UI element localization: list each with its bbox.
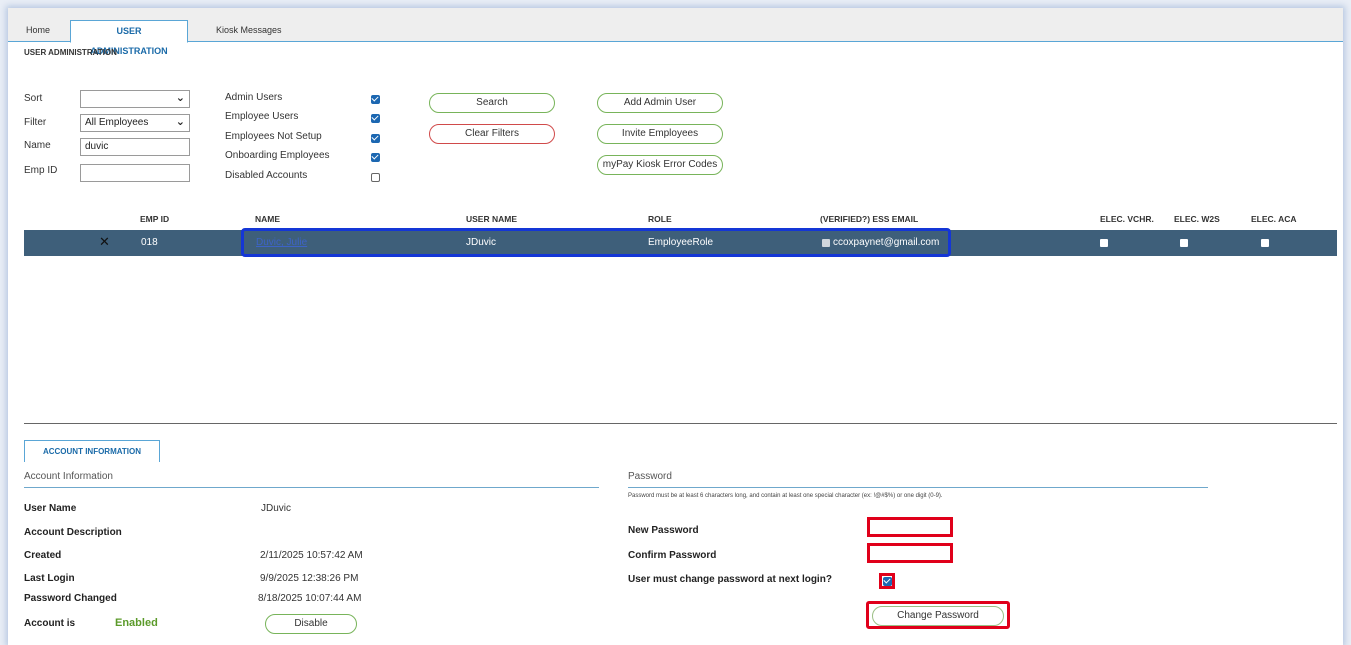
col-elec-vchr[interactable]: ELEC. VCHR. xyxy=(1100,214,1154,224)
disable-button[interactable]: Disable xyxy=(265,614,357,634)
empid-label: Emp ID xyxy=(24,165,58,176)
password-requirements: Password must be at least 6 characters l… xyxy=(628,493,943,499)
chevron-down-icon: ⌄ xyxy=(175,116,185,128)
name-label: Name xyxy=(24,140,51,151)
disabled-accounts-label: Disabled Accounts xyxy=(225,170,308,181)
created-value: 2/11/2025 10:57:42 AM xyxy=(260,550,363,561)
clear-filters-button[interactable]: Clear Filters xyxy=(429,124,555,144)
col-role[interactable]: ROLE xyxy=(648,214,672,224)
user-name-value: JDuvic xyxy=(261,503,292,514)
elec-w2s-checkbox[interactable] xyxy=(1180,239,1188,247)
user-name-label: User Name xyxy=(24,503,77,514)
filter-label: Filter xyxy=(24,117,47,128)
divider xyxy=(24,423,1337,424)
last-login-label: Last Login xyxy=(24,573,75,584)
confirm-password-input[interactable] xyxy=(867,543,953,563)
account-info-underline xyxy=(24,487,599,488)
col-emp-id[interactable]: EMP ID xyxy=(140,214,169,224)
empid-input[interactable] xyxy=(80,164,190,182)
password-header: Password xyxy=(628,471,672,482)
col-elec-w2s[interactable]: ELEC. W2S xyxy=(1174,214,1220,224)
sort-select[interactable]: ⌄ xyxy=(80,90,190,108)
tab-bar: Home USER ADMINISTRATION Kiosk Messages xyxy=(8,8,1343,56)
kiosk-error-codes-button[interactable]: myPay Kiosk Error Codes xyxy=(597,155,723,175)
col-elec-aca[interactable]: ELEC. ACA xyxy=(1251,214,1297,224)
employee-users-label: Employee Users xyxy=(225,111,299,122)
sort-label: Sort xyxy=(24,93,43,104)
col-user-name[interactable]: USER NAME xyxy=(466,214,517,224)
admin-users-label: Admin Users xyxy=(225,92,283,103)
disabled-accounts-checkbox[interactable] xyxy=(371,173,380,182)
filter-select[interactable]: All Employees ⌄ xyxy=(80,114,190,132)
page-title: USER ADMINISTRATION xyxy=(24,48,117,57)
new-password-label: New Password xyxy=(628,525,699,536)
name-input[interactable]: duvic xyxy=(80,138,190,156)
employees-not-setup-label: Employees Not Setup xyxy=(225,131,322,142)
filter-value: All Employees xyxy=(85,117,149,128)
row-emp-id: 018 xyxy=(141,237,158,248)
new-password-input[interactable] xyxy=(867,517,953,537)
account-description-label: Account Description xyxy=(24,527,122,538)
confirm-password-label: Confirm Password xyxy=(628,550,717,561)
change-password-button[interactable]: Change Password xyxy=(872,606,1004,626)
employees-not-setup-checkbox[interactable] xyxy=(371,134,380,143)
tab-account-information[interactable]: ACCOUNT INFORMATION xyxy=(24,440,160,462)
employee-users-checkbox[interactable] xyxy=(371,114,380,123)
onboarding-employees-label: Onboarding Employees xyxy=(225,150,330,161)
add-admin-user-button[interactable]: Add Admin User xyxy=(597,93,723,113)
tab-user-administration[interactable]: USER ADMINISTRATION xyxy=(70,20,188,56)
col-name[interactable]: NAME xyxy=(255,214,280,224)
delete-icon[interactable]: ✕ xyxy=(99,234,110,250)
elec-aca-checkbox[interactable] xyxy=(1261,239,1269,247)
search-button[interactable]: Search xyxy=(429,93,555,113)
status-badge: Enabled xyxy=(115,617,158,629)
created-label: Created xyxy=(24,550,62,561)
must-change-label: User must change password at next login? xyxy=(628,574,832,585)
col-ess-email[interactable]: (VERIFIED?) ESS EMAIL xyxy=(820,214,918,224)
admin-users-checkbox[interactable] xyxy=(371,95,380,104)
last-login-value: 9/9/2025 12:38:26 PM xyxy=(260,573,359,584)
account-info-header: Account Information xyxy=(24,471,113,482)
onboarding-employees-checkbox[interactable] xyxy=(371,153,380,162)
tab-home[interactable]: Home xyxy=(16,20,60,42)
tab-kiosk-messages[interactable]: Kiosk Messages xyxy=(206,20,292,42)
account-is-label: Account is xyxy=(24,618,76,629)
highlight-box xyxy=(241,228,951,257)
password-changed-label: Password Changed xyxy=(24,593,117,604)
must-change-checkbox[interactable] xyxy=(883,577,892,586)
invite-employees-button[interactable]: Invite Employees xyxy=(597,124,723,144)
elec-vchr-checkbox[interactable] xyxy=(1100,239,1108,247)
chevron-down-icon: ⌄ xyxy=(175,92,185,104)
password-changed-value: 8/18/2025 10:07:44 AM xyxy=(258,593,362,604)
app-window: Home USER ADMINISTRATION Kiosk Messages … xyxy=(8,8,1343,645)
password-underline xyxy=(628,487,1208,488)
